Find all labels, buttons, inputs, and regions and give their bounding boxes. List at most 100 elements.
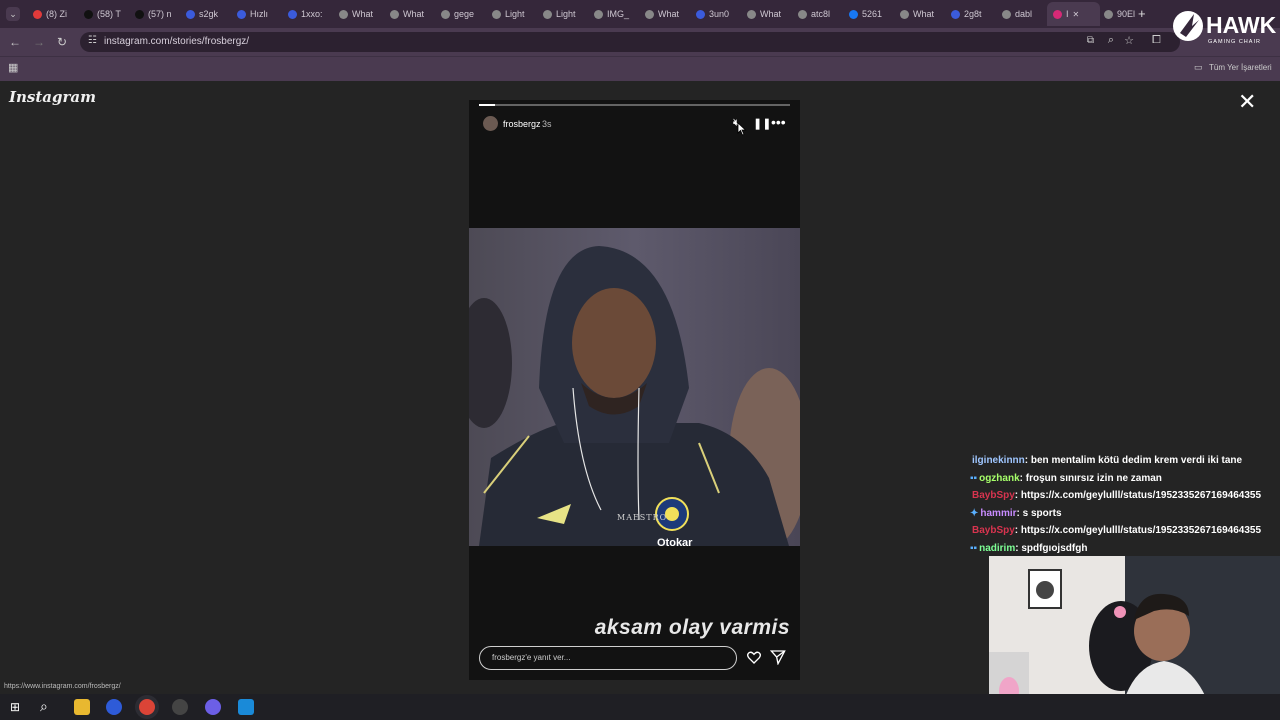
- chat-username: hammir: [980, 507, 1017, 519]
- tab-favicon-icon: [1104, 9, 1113, 19]
- tab-label: (57) n: [148, 9, 172, 19]
- tab-label: (8) Zi: [46, 9, 67, 19]
- browser-tab[interactable]: What: [894, 4, 947, 24]
- address-bar[interactable]: ☷ instagram.com/stories/frosbergz/ ⧉ ⌕ ☆: [80, 32, 1180, 52]
- tab-label: 1xxo:: [301, 9, 323, 19]
- tab-favicon-icon: [543, 9, 552, 19]
- more-options-icon[interactable]: •••: [771, 114, 786, 130]
- browser-tab[interactable]: I ✕: [1047, 2, 1100, 26]
- zoom-icon[interactable]: ⌕: [1108, 34, 1114, 47]
- chat-text: : ben mentalim kötü dedim krem verdi iki…: [1024, 455, 1243, 466]
- app-icon-blue[interactable]: [106, 699, 122, 715]
- browser-tab[interactable]: What: [741, 4, 794, 24]
- tab-favicon-icon: [696, 9, 705, 19]
- chrome-icon[interactable]: [139, 699, 155, 715]
- chat-username: BaybSpy: [972, 490, 1015, 501]
- browser-tab[interactable]: IMG_: [588, 4, 641, 24]
- browser-tab[interactable]: (57) n: [129, 4, 182, 24]
- chat-text: : spdfgıojsdfgh: [1015, 542, 1088, 554]
- brand-subtitle: GAMING CHAIR: [1208, 39, 1261, 45]
- taskbar: ⊞ ⌕: [0, 694, 1280, 720]
- tab-favicon-icon: [1002, 9, 1011, 19]
- tab-label: atc8l: [811, 9, 831, 19]
- chat-badge-icon: ▪▪: [970, 472, 978, 484]
- tab-label: s2gk: [199, 9, 219, 19]
- browser-tab[interactable]: dabl: [996, 4, 1049, 24]
- app-icon-store[interactable]: [238, 699, 254, 715]
- tab-favicon-icon: [798, 9, 807, 19]
- chat-message: BaybSpy: https://x.com/geylulll/status/1…: [970, 487, 1280, 505]
- tab-favicon-icon: [390, 9, 399, 19]
- tab-label: 3un0: [709, 9, 730, 19]
- tab-search-button[interactable]: ⌄: [6, 7, 20, 21]
- browser-tab[interactable]: What: [333, 4, 386, 24]
- folder-icon[interactable]: ▭: [1194, 62, 1203, 73]
- install-icon[interactable]: ⧉: [1087, 35, 1094, 46]
- site-info-icon[interactable]: ☷: [88, 35, 97, 46]
- tab-label: Light: [556, 9, 576, 19]
- story-timestamp: 3s: [542, 119, 552, 129]
- tab-favicon-icon: [186, 9, 195, 19]
- tab-label: 2g8t: [964, 9, 982, 19]
- browser-tab[interactable]: 1xxo:: [282, 4, 335, 24]
- tab-label: What: [913, 9, 935, 19]
- taskbar-search-icon[interactable]: ⌕: [40, 698, 48, 715]
- tab-label: 90El: [1117, 9, 1136, 19]
- tab-favicon-icon: [747, 9, 756, 19]
- browser-tab[interactable]: (8) Zi: [27, 4, 80, 24]
- apps-icon[interactable]: ▦: [8, 61, 18, 74]
- browser-tab[interactable]: atc8l: [792, 4, 845, 24]
- browser-tab[interactable]: What: [384, 4, 437, 24]
- forward-icon[interactable]: →: [33, 35, 45, 49]
- brand-name: HAWK: [1206, 12, 1277, 38]
- file-explorer-icon[interactable]: [74, 699, 90, 715]
- heart-icon[interactable]: [746, 649, 762, 665]
- chat-message: ✦ hammir: s sports: [970, 505, 1280, 523]
- reply-input[interactable]: frosbergz'e yanıt ver...: [479, 646, 737, 670]
- chat-message: ilginekinnn: ben mentalim kötü dedim kre…: [970, 452, 1280, 470]
- photo-text-kit: Otokar: [657, 537, 693, 546]
- tab-label: What: [760, 9, 782, 19]
- stream-chat: ilginekinnn: ben mentalim kötü dedim kre…: [970, 452, 1280, 557]
- browser-tab[interactable]: 3un0: [690, 4, 743, 24]
- share-icon[interactable]: [770, 649, 786, 665]
- close-tab-icon[interactable]: ✕: [1073, 10, 1080, 19]
- chat-message: ▪▪ nadirim: spdfgıojsdfgh: [970, 540, 1280, 558]
- close-story-button[interactable]: ✕: [1238, 91, 1256, 113]
- story-viewer[interactable]: frosbergz 3s 🔇︎ ❚❚ ••• MAESTRO Otokar ak…: [469, 100, 800, 680]
- pause-icon[interactable]: ❚❚: [753, 117, 771, 130]
- tab-favicon-icon: [441, 9, 450, 19]
- reload-icon[interactable]: ↻: [57, 35, 67, 49]
- browser-tab[interactable]: Light: [537, 4, 590, 24]
- browser-tab[interactable]: 2g8t: [945, 4, 998, 24]
- avatar[interactable]: [483, 116, 498, 131]
- all-bookmarks-link[interactable]: Tüm Yer İşaretleri: [1209, 63, 1272, 72]
- windows-start-icon[interactable]: ⊞: [10, 700, 20, 714]
- instagram-logo[interactable]: Instagram: [9, 88, 96, 106]
- tab-favicon-icon: [900, 9, 909, 19]
- chat-text: : s sports: [1016, 507, 1062, 519]
- browser-tab[interactable]: Light: [486, 4, 539, 24]
- browser-tab[interactable]: Hızlı: [231, 4, 284, 24]
- obs-icon[interactable]: [172, 699, 188, 715]
- extensions-icon[interactable]: ⧠: [1152, 34, 1161, 47]
- browser-tab[interactable]: (58) T: [78, 4, 131, 24]
- toolbar: ← → ↻ ☷ instagram.com/stories/frosbergz/…: [0, 28, 1280, 56]
- browser-tab[interactable]: s2gk: [180, 4, 233, 24]
- chat-username: ogzhank: [979, 472, 1020, 484]
- chat-username: BaybSpy: [972, 525, 1015, 536]
- browser-tab[interactable]: 5261: [843, 4, 896, 24]
- bookmark-star-icon[interactable]: ☆: [1124, 34, 1134, 47]
- tab-label: 5261: [862, 9, 883, 19]
- browser-tab[interactable]: What: [639, 4, 692, 24]
- story-username[interactable]: frosbergz: [503, 119, 541, 129]
- tab-label: dabl: [1015, 9, 1033, 19]
- new-tab-button[interactable]: +: [1138, 6, 1146, 21]
- discord-icon[interactable]: [205, 699, 221, 715]
- chat-badge-icon: ✦: [970, 507, 979, 519]
- tab-label: What: [658, 9, 680, 19]
- browser-tab[interactable]: gege: [435, 4, 488, 24]
- tab-label: What: [352, 9, 374, 19]
- back-icon[interactable]: ←: [9, 35, 21, 49]
- reply-placeholder: frosbergz'e yanıt ver...: [492, 653, 571, 662]
